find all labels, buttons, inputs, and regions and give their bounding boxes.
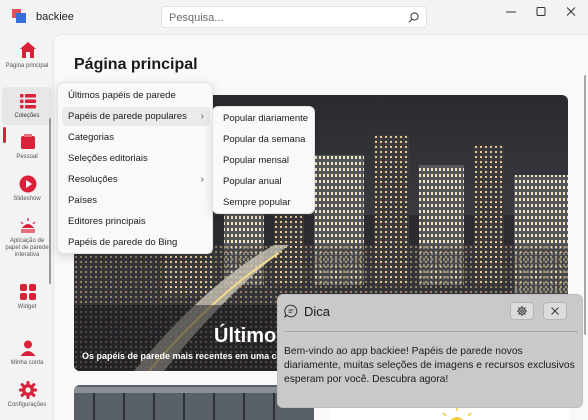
page-title: Página principal (74, 56, 198, 73)
menu-item-latest-wallpapers[interactable]: Últimos papéis de parede (62, 86, 210, 105)
menu-item-categories[interactable]: Categorias (62, 128, 210, 147)
submenu-item-monthly[interactable]: Popular mensal (217, 151, 312, 170)
search-input[interactable] (169, 10, 399, 25)
tip-close-button[interactable] (543, 302, 567, 320)
sidebar-item-label: Aplicação de papel de parede interativa (5, 238, 49, 258)
chat-bubble-icon (284, 304, 298, 318)
title-bar: backiee (0, 0, 588, 34)
submenu-item-daily[interactable]: Popular diariamente (217, 109, 312, 128)
sidebar-item-label: Minha conta (10, 360, 44, 366)
menu-item-label: Categorias (68, 132, 114, 143)
sidebar-item-slideshow[interactable]: Slideshow (2, 174, 52, 210)
widget-icon (20, 284, 36, 300)
sidebar-item-settings[interactable]: Configurações (2, 380, 52, 416)
interactive-wallpaper-icon (20, 218, 36, 233)
menu-item-label: Últimos papéis de parede (68, 90, 176, 101)
chevron-right-icon: › (200, 111, 204, 122)
maximize-icon[interactable] (530, 4, 552, 20)
app-title: backiee (36, 11, 74, 23)
tip-message: Bem-vindo ao app backiee! Papéis de pare… (284, 346, 575, 385)
menu-item-label: Editores principais (68, 216, 146, 227)
chevron-right-icon: › (200, 174, 204, 185)
menu-item-resolutions[interactable]: Resoluções › (62, 170, 210, 189)
menu-item-popular-wallpapers[interactable]: Papéis de parede populares › (62, 107, 210, 126)
submenu-item-weekly[interactable]: Popular da semana (217, 130, 312, 149)
sidebar-item-label: Coleções (14, 113, 40, 119)
menu-item-editorial-picks[interactable]: Seleções editoriais (62, 149, 210, 168)
slideshow-icon (19, 175, 37, 193)
sidebar-item-home[interactable]: Página principal (2, 40, 52, 84)
sidebar-item-label: Slideshow (13, 196, 41, 202)
popular-submenu: Popular diariamente Popular da semana Po… (212, 106, 315, 214)
close-icon (551, 307, 559, 315)
home-icon (20, 42, 36, 58)
sidebar-item-account[interactable]: Minha conta (2, 338, 52, 374)
search-icon[interactable] (407, 11, 420, 24)
menu-item-label: Países (68, 195, 98, 206)
submenu-item-all-time[interactable]: Sempre popular (217, 193, 312, 212)
sidebar-item-personal[interactable]: Pessoal (2, 132, 52, 168)
sidebar-item-interactive-wallpaper[interactable]: Aplicação de papel de parede interativa (2, 216, 52, 272)
sidebar-item-label: Widget (17, 304, 37, 310)
sidebar-item-label: Pessoal (16, 154, 38, 160)
sidebar-item-label: Configurações (7, 402, 47, 408)
minimize-icon[interactable] (500, 4, 522, 20)
app-logo (12, 9, 26, 23)
sidebar-item-collections[interactable]: Coleções (2, 87, 52, 125)
settings-icon (19, 381, 37, 399)
tip-dialog: Dica Bem-vindo ao app backiee! Papéis de… (277, 294, 583, 408)
personal-icon (21, 134, 35, 149)
menu-item-countries[interactable]: Países (62, 191, 210, 210)
tip-divider (284, 331, 578, 332)
main-scrollbar[interactable] (584, 75, 586, 335)
menu-item-bing-wallpapers[interactable]: Papéis de parede do Bing (62, 233, 210, 252)
sidebar-item-label: Página principal (5, 63, 49, 69)
sidebar-item-widget[interactable]: Widget (2, 282, 52, 318)
tip-title: Dica (304, 304, 331, 319)
sidebar-scrollbar[interactable] (49, 118, 51, 284)
search-box[interactable] (161, 6, 427, 28)
collections-icon (20, 94, 36, 109)
gear-icon (517, 306, 527, 316)
tip-settings-button[interactable] (510, 302, 534, 320)
menu-item-label: Papéis de parede do Bing (68, 237, 178, 248)
menu-item-top-editors[interactable]: Editores principais (62, 212, 210, 231)
collections-menu: Últimos papéis de parede Papéis de pared… (57, 82, 213, 254)
account-icon (20, 340, 36, 356)
close-icon[interactable] (560, 4, 582, 20)
hero-subtitle: Os papéis de parede mais recentes em uma… (82, 351, 283, 361)
menu-item-label: Papéis de parede populares (68, 111, 187, 122)
sidebar: Página principal Coleções Pessoal Slides… (0, 34, 52, 420)
submenu-item-yearly[interactable]: Popular anual (217, 172, 312, 191)
menu-item-label: Resoluções (68, 174, 118, 185)
menu-item-label: Seleções editoriais (68, 153, 148, 164)
